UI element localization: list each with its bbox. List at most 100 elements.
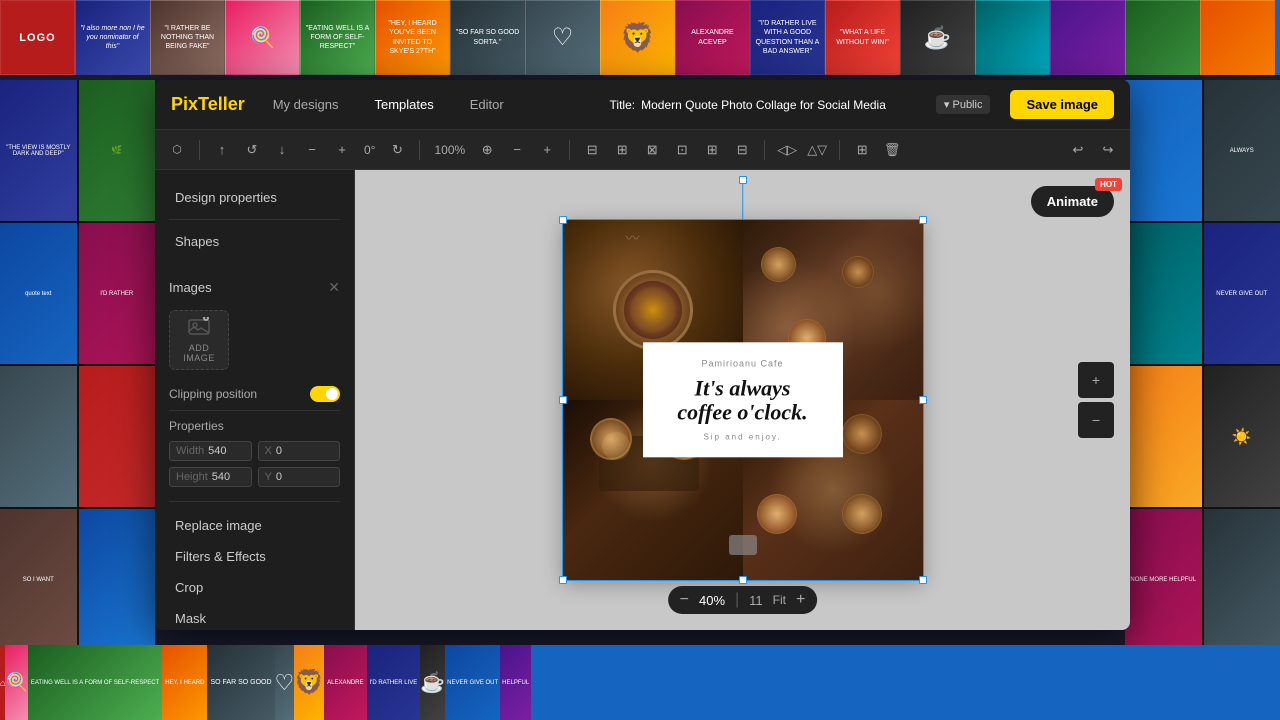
toolbar-flip-v[interactable]: △▽ bbox=[805, 138, 829, 162]
toolbar-sep-2 bbox=[419, 140, 420, 160]
main-content: Design properties Shapes Images ✕ bbox=[155, 170, 1130, 630]
main-text: It's always coffee o'clock. bbox=[663, 376, 823, 424]
crop-label: Crop bbox=[175, 580, 203, 595]
side-right-tile-2: ALWAYS bbox=[1204, 80, 1280, 221]
toolbar-delete[interactable]: 🗑 bbox=[880, 138, 904, 162]
tagline-text: Sip and enjoy. bbox=[663, 433, 823, 442]
strip-tile-3: 🍭 bbox=[225, 0, 300, 75]
clipping-position-row: Clipping position bbox=[155, 378, 354, 410]
animate-button[interactable]: HOT Animate bbox=[1031, 186, 1114, 217]
toolbar-flip-h[interactable]: ◁▷ bbox=[775, 138, 799, 162]
toolbar-minus[interactable]: − bbox=[300, 138, 324, 162]
bottom-tile-7: ALEXANDRE bbox=[324, 645, 366, 720]
bottom-tile-6: 🦁 bbox=[294, 645, 324, 720]
strip-tile-6: "SO FAR SO GOOD SORTA." bbox=[450, 0, 525, 75]
toolbar-align-center-v[interactable]: ⊞ bbox=[700, 138, 724, 162]
bottom-tile-8: I'D RATHER LIVE bbox=[367, 645, 421, 720]
zoom-fit-button[interactable]: Fit bbox=[773, 593, 786, 607]
toolbar-rotate-value: 0° bbox=[360, 143, 379, 157]
shapes-label: Shapes bbox=[175, 234, 219, 249]
images-title: Images bbox=[169, 280, 212, 295]
toolbar-undo[interactable]: ↩ bbox=[1066, 138, 1090, 162]
app-frame: PixTeller My designs Templates Editor Ti… bbox=[155, 80, 1130, 630]
toolbar-zoom: 100% bbox=[430, 143, 469, 157]
height-field[interactable]: Height 540 bbox=[169, 467, 252, 487]
toolbar-zoom-minus[interactable]: − bbox=[505, 138, 529, 162]
visibility-badge[interactable]: ▾ Public bbox=[936, 95, 991, 114]
strip-tile-4: "EATING WELL IS A FORM OF SELF-RESPECT" bbox=[300, 0, 375, 75]
strip-tile-extra4 bbox=[1200, 0, 1275, 75]
zoom-plus-button[interactable]: + bbox=[796, 592, 805, 608]
toolbar-sep-4 bbox=[764, 140, 765, 160]
side-right-tile-7: NONE MORE HELPFUL bbox=[1125, 509, 1202, 650]
height-label: Height bbox=[176, 471, 208, 483]
images-close-icon[interactable]: ✕ bbox=[328, 279, 340, 296]
toolbar-sep-3 bbox=[569, 140, 570, 160]
images-header: Images ✕ bbox=[155, 269, 354, 302]
design-properties-item[interactable]: Design properties bbox=[169, 182, 340, 213]
toolbar-rotate-icon[interactable]: ↻ bbox=[385, 138, 409, 162]
strip-tile-11: "WHAT A LIFE WITHOUT WIN!" bbox=[825, 0, 900, 75]
bottom-tile-4: SO FAR SO GOOD bbox=[207, 645, 274, 720]
toolbar-align-left[interactable]: ⊟ bbox=[580, 138, 604, 162]
design-properties-section: Design properties Shapes bbox=[155, 170, 354, 269]
toolbar-move-up[interactable]: ↑ bbox=[210, 138, 234, 162]
clipping-label: Clipping position bbox=[169, 387, 257, 401]
divider-1 bbox=[169, 219, 340, 220]
toolbar-zoom-plus[interactable]: + bbox=[535, 138, 559, 162]
canvas-icon bbox=[729, 535, 757, 555]
title-area: Title: Modern Quote Photo Collage for So… bbox=[610, 98, 886, 112]
toolbar-align-right[interactable]: ⊠ bbox=[640, 138, 664, 162]
nav-templates[interactable]: Templates bbox=[366, 93, 441, 116]
expand-right-top[interactable]: + bbox=[1078, 362, 1114, 398]
toolbar-align-bottom[interactable]: ⊟ bbox=[730, 138, 754, 162]
zoom-minus-button[interactable]: − bbox=[680, 592, 689, 608]
x-field[interactable]: X 0 bbox=[258, 441, 341, 461]
width-field[interactable]: Width 540 bbox=[169, 441, 252, 461]
replace-image-item[interactable]: Replace image bbox=[169, 510, 340, 541]
mask-item[interactable]: Mask bbox=[169, 603, 340, 630]
filters-effects-item[interactable]: Filters & Effects bbox=[169, 541, 340, 572]
add-image-icon bbox=[188, 317, 210, 341]
nav-editor[interactable]: Editor bbox=[462, 93, 512, 116]
toolbar-move-down[interactable]: ↓ bbox=[270, 138, 294, 162]
strip-tile-extra2 bbox=[1050, 0, 1125, 75]
strip-tile-extra1 bbox=[975, 0, 1050, 75]
strip-tile-1: "I also more non I he you nominator of t… bbox=[75, 0, 150, 75]
nav-my-designs[interactable]: My designs bbox=[265, 93, 347, 116]
side-left-tile-3: quote text bbox=[0, 223, 77, 364]
width-label: Width bbox=[176, 445, 204, 457]
toolbar-zoom-icon[interactable]: ⊕ bbox=[475, 138, 499, 162]
strip-tile-7: ♡ bbox=[525, 0, 600, 75]
toolbar-plus[interactable]: + bbox=[330, 138, 354, 162]
add-image-button[interactable]: ADD IMAGE bbox=[169, 310, 229, 370]
side-right-tile-5 bbox=[1125, 366, 1202, 507]
clipping-toggle[interactable] bbox=[310, 386, 340, 402]
toolbar-rotate-ccw[interactable]: ↺ bbox=[240, 138, 264, 162]
y-field[interactable]: Y 0 bbox=[258, 467, 341, 487]
crop-item[interactable]: Crop bbox=[169, 572, 340, 603]
toolbar-align-center-h[interactable]: ⊞ bbox=[610, 138, 634, 162]
side-left-tile-8 bbox=[79, 509, 156, 650]
selection-line bbox=[742, 180, 744, 220]
toolbar-align-top[interactable]: ⊡ bbox=[670, 138, 694, 162]
shapes-item[interactable]: Shapes bbox=[169, 226, 340, 257]
bottom-banner-strip: ⌂ 🍭 EATING WELL IS A FORM OF SELF-RESPEC… bbox=[0, 645, 1280, 720]
coffee-cup bbox=[613, 270, 693, 350]
side-left-tile-5 bbox=[0, 366, 77, 507]
selection-handle-top[interactable] bbox=[739, 176, 747, 184]
zoom-controls: − 40% | 11 Fit + bbox=[668, 586, 818, 614]
height-y-row: Height 540 Y 0 bbox=[169, 467, 340, 487]
height-value: 540 bbox=[212, 471, 230, 483]
canvas-right-buttons: + − bbox=[1078, 362, 1114, 438]
properties-section: Properties Width 540 X 0 Height 540 bbox=[155, 411, 354, 501]
toolbar-group[interactable]: ⊞ bbox=[850, 138, 874, 162]
save-image-button[interactable]: Save image bbox=[1010, 90, 1114, 119]
strip-tile-8: 🦁 bbox=[600, 0, 675, 75]
toolbar-redo[interactable]: ↪ bbox=[1096, 138, 1120, 162]
properties-title: Properties bbox=[169, 419, 340, 433]
strip-tile-9: ALEXANDRE ACEVEP bbox=[675, 0, 750, 75]
text-line2: coffee o'clock. bbox=[677, 400, 807, 425]
top-banner-strip: LOGO "I also more non I he you nominator… bbox=[0, 0, 1280, 75]
expand-right-bottom[interactable]: − bbox=[1078, 402, 1114, 438]
